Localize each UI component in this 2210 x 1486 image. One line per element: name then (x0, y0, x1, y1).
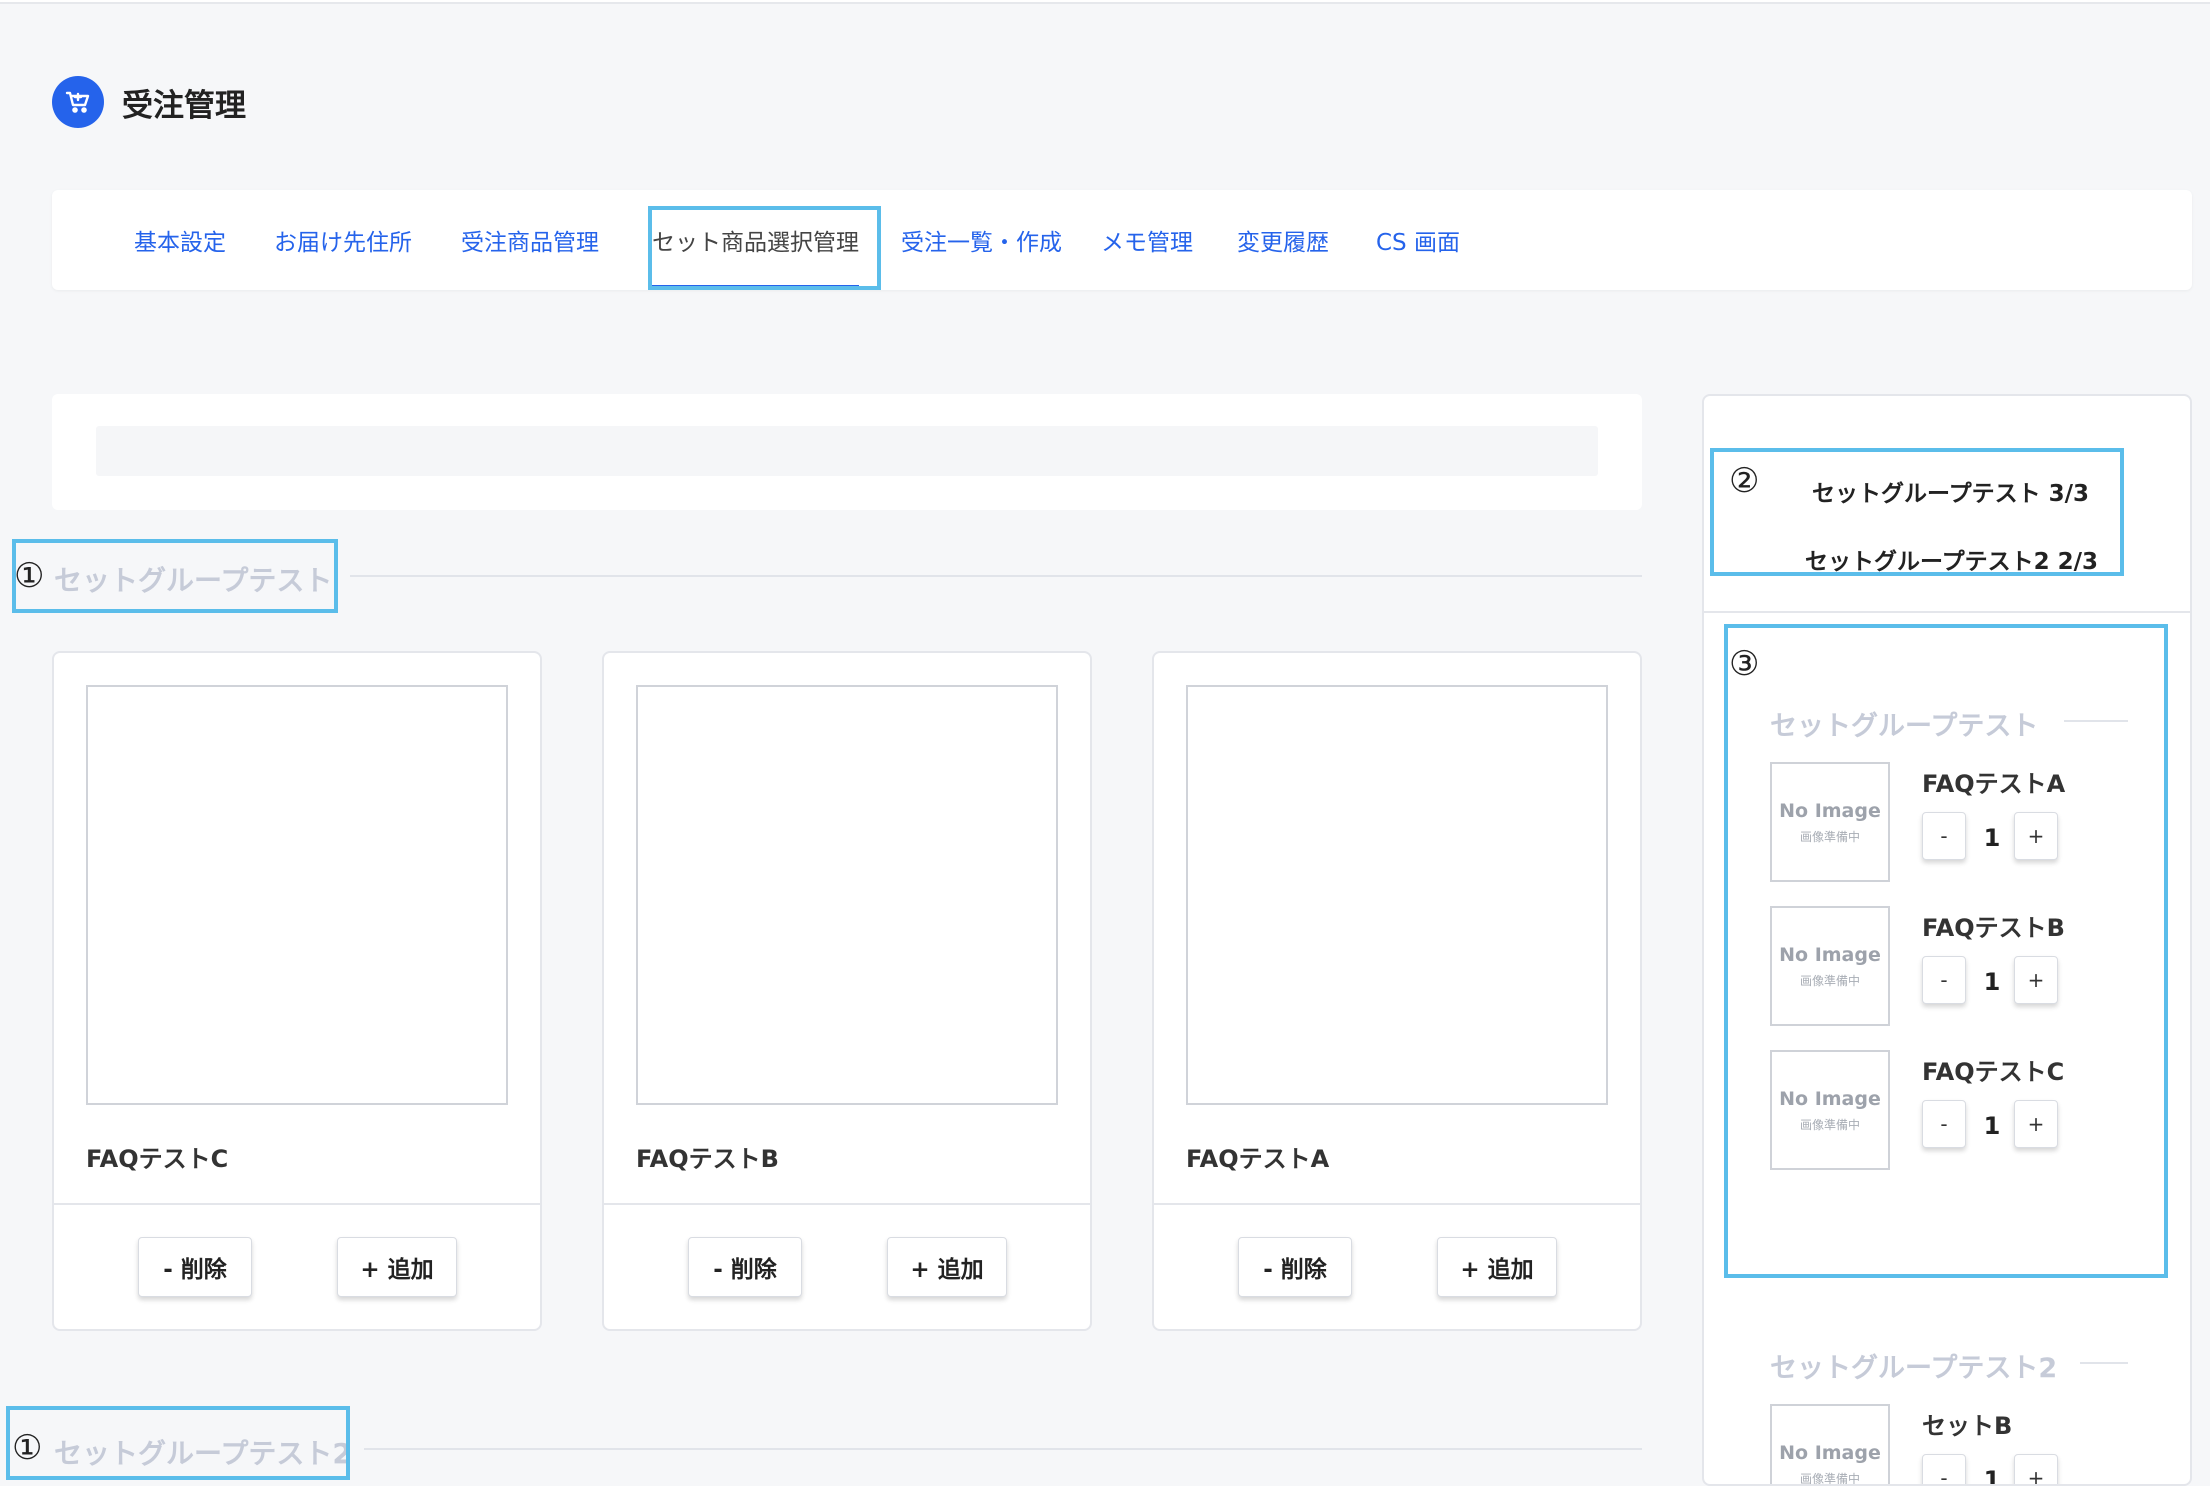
product-card: FAQテストC - 削除 + 追加 (52, 651, 542, 1331)
quantity-value: 1 (1983, 1466, 2001, 1486)
highlight-box-group (12, 539, 338, 613)
highlight-box-summary (1710, 448, 2124, 576)
panel-divider (1704, 611, 2190, 613)
decrement-button[interactable]: - (1922, 1454, 1966, 1484)
increment-button[interactable]: + (2014, 1454, 2058, 1484)
tab-delivery-address[interactable]: お届け先住所 (274, 190, 412, 290)
add-button[interactable]: + 追加 (337, 1237, 457, 1297)
tab-cs-screen[interactable]: CS 画面 (1376, 190, 1460, 290)
remove-button[interactable]: - 削除 (138, 1237, 252, 1297)
item-name: セットB (1922, 1412, 2013, 1440)
product-name: FAQテストB (636, 1145, 779, 1173)
tab-history[interactable]: 変更履歴 (1237, 190, 1329, 290)
side-group-title: セットグループテスト2 (1770, 1353, 2058, 1384)
product-name: FAQテストA (1186, 1145, 1330, 1173)
highlight-box-group (6, 1406, 350, 1480)
search-bar[interactable] (96, 426, 1598, 476)
group-divider (350, 575, 1642, 577)
side-group-divider (2080, 1362, 2128, 1364)
tab-bar: 基本設定 お届け先住所 受注商品管理 セット商品選択管理 受注一覧・作成 メモ管… (52, 190, 2192, 290)
product-image (86, 685, 508, 1105)
remove-button[interactable]: - 削除 (1238, 1237, 1352, 1297)
cart-icon (52, 76, 104, 128)
search-card (52, 394, 1642, 510)
product-card: FAQテストB - 削除 + 追加 (602, 651, 1092, 1331)
tab-order-products[interactable]: 受注商品管理 (461, 190, 599, 290)
no-image-placeholder: No Image 画像準備中 (1770, 1404, 1890, 1484)
group-divider (364, 1448, 1642, 1450)
highlight-box-tab (648, 206, 881, 290)
product-image (1186, 685, 1608, 1105)
add-button[interactable]: + 追加 (1437, 1237, 1557, 1297)
product-card: FAQテストA - 削除 + 追加 (1152, 651, 1642, 1331)
tab-memo[interactable]: メモ管理 (1101, 190, 1193, 290)
tab-basic-settings[interactable]: 基本設定 (134, 190, 226, 290)
tab-order-list[interactable]: 受注一覧・作成 (901, 190, 1062, 290)
product-image (636, 685, 1058, 1105)
page-header: 受注管理 (52, 76, 246, 128)
add-button[interactable]: + 追加 (887, 1237, 1007, 1297)
card-divider (54, 1203, 540, 1205)
card-divider (1154, 1203, 1640, 1205)
remove-button[interactable]: - 削除 (688, 1237, 802, 1297)
highlight-box-selected-items (1724, 624, 2168, 1278)
product-name: FAQテストC (86, 1145, 229, 1173)
top-border (0, 0, 2210, 4)
page-title: 受注管理 (122, 87, 246, 124)
card-divider (604, 1203, 1090, 1205)
